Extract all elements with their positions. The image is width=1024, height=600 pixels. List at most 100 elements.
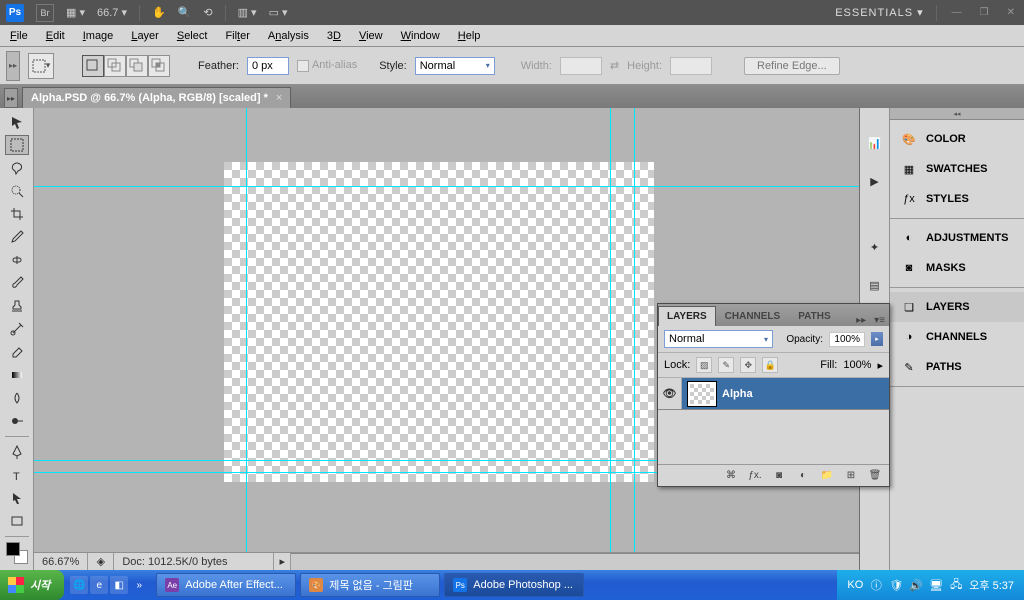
lasso-tool[interactable] bbox=[5, 158, 29, 178]
menu-layer[interactable]: Layer bbox=[131, 30, 159, 42]
layer-thumbnail[interactable] bbox=[688, 382, 716, 406]
eyedropper-tool[interactable] bbox=[5, 227, 29, 247]
guide-vertical[interactable] bbox=[634, 108, 635, 570]
lock-pixels-icon[interactable]: ✎ bbox=[718, 357, 734, 373]
tray-expand-icon[interactable]: ⓘ bbox=[869, 578, 883, 592]
brush-tool[interactable] bbox=[5, 273, 29, 293]
adjustment-layer-icon[interactable]: ◐ bbox=[793, 468, 813, 484]
panel-color[interactable]: 🎨COLOR bbox=[890, 124, 1024, 154]
layer-mask-icon[interactable]: ◙ bbox=[769, 468, 789, 484]
quicklaunch-item[interactable]: 🌐 bbox=[70, 576, 88, 594]
document-close-icon[interactable]: × bbox=[276, 92, 282, 104]
paragraph-panel-icon[interactable]: ▤ bbox=[864, 274, 886, 296]
start-button[interactable]: 시작 bbox=[0, 570, 64, 600]
eraser-tool[interactable] bbox=[5, 342, 29, 362]
taskbar-item-aftereffects[interactable]: AeAdobe After Effect... bbox=[156, 573, 296, 597]
lock-transparency-icon[interactable]: ▨ bbox=[696, 357, 712, 373]
opacity-scrubber[interactable]: ▸ bbox=[871, 332, 883, 346]
status-doc-info[interactable]: Doc: 1012.5K/0 bytes bbox=[114, 553, 274, 570]
guide-vertical[interactable] bbox=[246, 108, 247, 570]
quicklaunch-chevron[interactable]: » bbox=[130, 576, 148, 594]
panel-layers[interactable]: ❏LAYERS bbox=[890, 292, 1024, 322]
menu-edit[interactable]: Edit bbox=[46, 30, 65, 42]
tabstrip-collapse[interactable]: ▸▸ bbox=[4, 88, 18, 108]
marquee-tool[interactable] bbox=[5, 135, 29, 155]
blend-mode-select[interactable]: Normal▾ bbox=[664, 330, 773, 348]
menu-filter[interactable]: Filter bbox=[225, 30, 249, 42]
layer-group-icon[interactable]: 📁 bbox=[817, 468, 837, 484]
document-canvas[interactable] bbox=[224, 162, 654, 482]
menu-image[interactable]: Image bbox=[83, 30, 114, 42]
character-panel-icon[interactable]: ✦ bbox=[864, 236, 886, 258]
horizontal-scrollbar[interactable] bbox=[291, 553, 859, 570]
menu-view[interactable]: View bbox=[359, 30, 383, 42]
status-proxy-icon[interactable]: ◈ bbox=[88, 553, 114, 570]
dodge-tool[interactable] bbox=[5, 411, 29, 431]
tray-icon[interactable]: 🛡 bbox=[889, 578, 903, 592]
blur-tool[interactable] bbox=[5, 388, 29, 408]
tray-icon[interactable]: 🖧 bbox=[949, 578, 963, 592]
menu-analysis[interactable]: Analysis bbox=[268, 30, 309, 42]
system-tray[interactable]: KO ⓘ 🛡 🔊 🖥 🖧 오후 5:37 bbox=[837, 570, 1024, 600]
type-tool[interactable]: T bbox=[5, 465, 29, 485]
pen-tool[interactable] bbox=[5, 442, 29, 462]
gradient-tool[interactable] bbox=[5, 365, 29, 385]
crop-tool[interactable] bbox=[5, 204, 29, 224]
options-expand-left[interactable]: ▸▸ bbox=[6, 51, 20, 81]
taskbar-item-paint[interactable]: 🎨제목 없음 - 그림판 bbox=[300, 573, 440, 597]
move-tool[interactable] bbox=[5, 112, 29, 132]
refine-edge-button[interactable]: Refine Edge... bbox=[744, 57, 840, 75]
panel-adjustments[interactable]: ◐ADJUSTMENTS bbox=[890, 223, 1024, 253]
navigator-panel-icon[interactable]: ▶ bbox=[864, 170, 886, 192]
rotate-view-icon[interactable]: ⟲ bbox=[203, 6, 212, 19]
feather-input[interactable]: 0 px bbox=[247, 57, 289, 75]
histogram-panel-icon[interactable]: 📊 bbox=[864, 132, 886, 154]
guide-horizontal[interactable] bbox=[34, 186, 859, 187]
layers-panel[interactable]: LAYERS CHANNELS PATHS ▸▸ ▾≡ Normal▾ Opac… bbox=[657, 303, 890, 487]
path-select-tool[interactable] bbox=[5, 488, 29, 508]
panel-swatches[interactable]: ▦SWATCHES bbox=[890, 154, 1024, 184]
layer-name[interactable]: Alpha bbox=[722, 388, 753, 400]
opacity-input[interactable]: 100% bbox=[829, 332, 865, 347]
tab-channels[interactable]: CHANNELS bbox=[716, 306, 790, 326]
style-select[interactable]: Normal▾ bbox=[415, 57, 495, 75]
history-brush-tool[interactable] bbox=[5, 319, 29, 339]
menu-3d[interactable]: 3D bbox=[327, 30, 341, 42]
fill-scrubber[interactable]: ▸ bbox=[877, 359, 883, 372]
selection-subtract[interactable] bbox=[126, 55, 148, 77]
selection-intersect[interactable] bbox=[148, 55, 170, 77]
selection-new[interactable] bbox=[82, 55, 104, 77]
taskbar-item-photoshop[interactable]: PsAdobe Photoshop ... bbox=[444, 573, 584, 597]
panel-paths[interactable]: ✎PATHS bbox=[890, 352, 1024, 382]
guide-vertical[interactable] bbox=[610, 108, 611, 570]
stamp-tool[interactable] bbox=[5, 296, 29, 316]
menu-file[interactable]: File bbox=[10, 30, 28, 42]
menu-help[interactable]: Help bbox=[458, 30, 481, 42]
panel-channels[interactable]: ◑CHANNELS bbox=[890, 322, 1024, 352]
tab-layers[interactable]: LAYERS bbox=[658, 306, 716, 326]
close-button[interactable]: ✕ bbox=[1004, 7, 1018, 18]
panel-collapse-icon[interactable]: ▸▸ bbox=[852, 315, 870, 326]
quicklaunch-item[interactable]: e bbox=[90, 576, 108, 594]
zoom-level-picker[interactable]: 66.7 ▾ bbox=[97, 6, 127, 19]
menu-window[interactable]: Window bbox=[401, 30, 440, 42]
layer-fx-icon[interactable]: ƒx. bbox=[745, 468, 765, 484]
delete-layer-icon[interactable]: 🗑 bbox=[865, 468, 885, 484]
lock-position-icon[interactable]: ✥ bbox=[740, 357, 756, 373]
panel-menu-icon[interactable]: ▾≡ bbox=[870, 315, 889, 326]
current-tool-preset[interactable]: ▾ bbox=[28, 53, 54, 79]
document-tab[interactable]: Alpha.PSD @ 66.7% (Alpha, RGB/8) [scaled… bbox=[22, 87, 291, 108]
arrange-documents-icon[interactable]: ▥ ▾ bbox=[238, 6, 257, 19]
workspace-switcher[interactable]: ESSENTIALS ▾ bbox=[835, 6, 923, 19]
bridge-icon[interactable]: Br bbox=[36, 4, 54, 22]
lock-all-icon[interactable]: 🔒 bbox=[762, 357, 778, 373]
quick-select-tool[interactable] bbox=[5, 181, 29, 201]
zoom-tool-icon[interactable]: 🔍 bbox=[178, 6, 192, 19]
panel-masks[interactable]: ◙MASKS bbox=[890, 253, 1024, 283]
screen-mode-icon[interactable]: ▭ ▾ bbox=[269, 6, 288, 19]
status-zoom[interactable]: 66.67% bbox=[34, 553, 88, 570]
color-swatches[interactable] bbox=[6, 542, 28, 564]
layer-visibility-icon[interactable]: 👁 bbox=[658, 378, 682, 409]
tray-icon[interactable]: 🖥 bbox=[929, 578, 943, 592]
healing-tool[interactable] bbox=[5, 250, 29, 270]
